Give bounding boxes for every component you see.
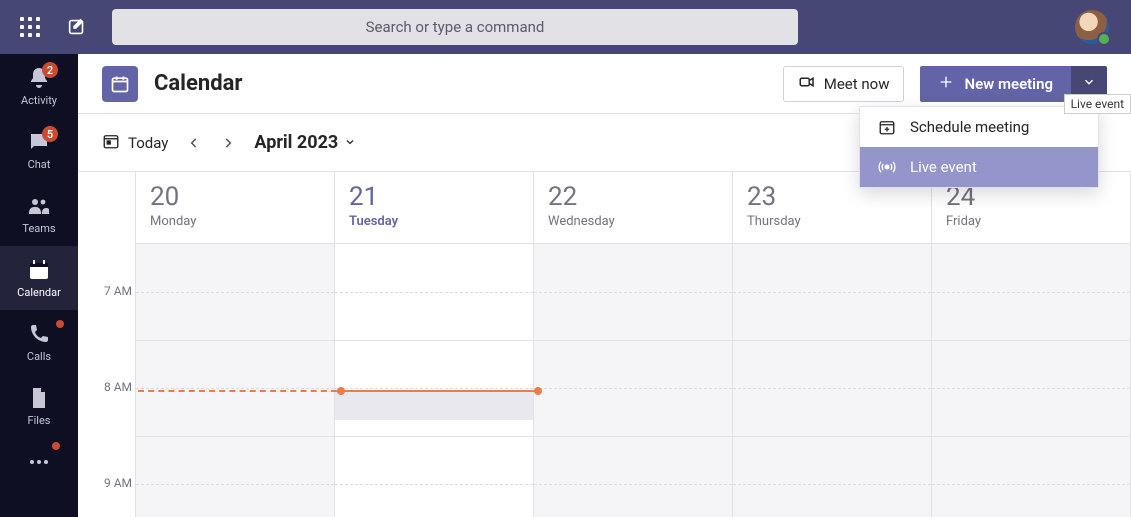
rail-label: Chat bbox=[28, 158, 51, 171]
teams-icon bbox=[27, 194, 51, 218]
rail-item-activity[interactable]: Activity 2 bbox=[0, 54, 78, 118]
month-label: April 2023 bbox=[254, 132, 338, 153]
day-column-tuesday[interactable]: 21 Tuesday bbox=[335, 172, 534, 517]
top-bar: Search or type a command bbox=[0, 0, 1131, 54]
rail-label: Calls bbox=[27, 350, 51, 363]
time-label: 8 AM bbox=[78, 380, 132, 394]
next-button[interactable] bbox=[220, 135, 236, 151]
rail-item-files[interactable]: Files bbox=[0, 374, 78, 438]
day-name: Wednesday bbox=[548, 214, 718, 229]
phone-icon bbox=[27, 322, 51, 346]
rail-label: Files bbox=[28, 414, 51, 427]
today-button[interactable]: Today bbox=[102, 132, 168, 154]
calendar-icon bbox=[27, 258, 51, 282]
menu-item-live-event[interactable]: Live event bbox=[860, 147, 1098, 187]
menu-item-schedule-meeting[interactable]: Schedule meeting bbox=[860, 107, 1098, 147]
day-name: Monday bbox=[150, 214, 320, 229]
menu-item-label: Schedule meeting bbox=[910, 118, 1029, 136]
day-header: 22 Wednesday bbox=[534, 172, 732, 244]
calendar-today-icon bbox=[102, 132, 120, 154]
avatar[interactable] bbox=[1075, 10, 1109, 44]
video-icon bbox=[798, 73, 816, 95]
page-header: Calendar Meet now New meeting bbox=[78, 54, 1131, 114]
time-label: 9 AM bbox=[78, 476, 132, 490]
rail-item-more[interactable] bbox=[0, 438, 78, 486]
more-icon bbox=[27, 450, 51, 474]
plus-icon bbox=[938, 74, 954, 94]
time-gutter: 7 AM 8 AM 9 AM bbox=[78, 172, 136, 517]
day-number: 22 bbox=[548, 182, 718, 212]
rail-label: Calendar bbox=[17, 286, 61, 299]
prev-button[interactable] bbox=[186, 135, 202, 151]
meet-now-label: Meet now bbox=[824, 75, 890, 93]
day-header: 21 Tuesday bbox=[335, 172, 533, 244]
day-name: Tuesday bbox=[349, 214, 519, 229]
calendar-app-icon bbox=[102, 66, 138, 102]
rail-item-calls[interactable]: Calls bbox=[0, 310, 78, 374]
day-column-wednesday[interactable]: 22 Wednesday bbox=[534, 172, 733, 517]
badge-count: 2 bbox=[42, 62, 58, 78]
day-header: 20 Monday bbox=[136, 172, 334, 244]
calendar-grid[interactable]: 7 AM 8 AM 9 AM 20 Monday bbox=[78, 172, 1131, 517]
today-label: Today bbox=[128, 134, 168, 152]
day-column-friday[interactable]: 24 Friday bbox=[932, 172, 1131, 517]
selected-slot[interactable] bbox=[335, 390, 533, 420]
day-body[interactable] bbox=[534, 244, 732, 517]
rail-label: Activity bbox=[21, 94, 57, 107]
day-column-monday[interactable]: 20 Monday bbox=[136, 172, 335, 517]
badge-count: 5 bbox=[42, 126, 58, 142]
new-meeting-menu: Schedule meeting Live event bbox=[859, 106, 1099, 188]
meet-now-button[interactable]: Meet now bbox=[783, 66, 905, 102]
app-rail: Activity 2 Chat 5 Teams Calendar bbox=[0, 54, 78, 517]
day-column-thursday[interactable]: 23 Thursday bbox=[733, 172, 932, 517]
day-number: 20 bbox=[150, 182, 320, 212]
search-input[interactable]: Search or type a command bbox=[112, 9, 798, 45]
tooltip: Live event bbox=[1064, 94, 1131, 114]
rail-item-calendar[interactable]: Calendar bbox=[0, 246, 78, 310]
day-number: 21 bbox=[349, 182, 519, 212]
time-label: 7 AM bbox=[78, 284, 132, 298]
chevron-down-icon bbox=[1082, 74, 1096, 93]
new-meeting-button[interactable]: New meeting bbox=[920, 66, 1071, 102]
badge-dot bbox=[52, 442, 60, 450]
new-meeting-label: New meeting bbox=[964, 75, 1053, 93]
calendar-plus-icon bbox=[878, 118, 896, 136]
month-picker[interactable]: April 2023 bbox=[254, 132, 356, 153]
page-title: Calendar bbox=[154, 71, 767, 96]
day-columns: 20 Monday 21 Tuesday bbox=[136, 172, 1131, 517]
broadcast-icon bbox=[878, 158, 896, 176]
badge-dot bbox=[56, 320, 64, 328]
day-body[interactable] bbox=[733, 244, 931, 517]
day-body[interactable] bbox=[932, 244, 1130, 517]
day-body[interactable] bbox=[136, 244, 334, 517]
rail-item-chat[interactable]: Chat 5 bbox=[0, 118, 78, 182]
presence-available-icon bbox=[1097, 32, 1111, 46]
app-launcher-icon[interactable] bbox=[18, 15, 42, 39]
compose-icon[interactable] bbox=[66, 16, 88, 38]
menu-item-label: Live event bbox=[910, 158, 977, 176]
rail-label: Teams bbox=[22, 222, 55, 235]
day-name: Thursday bbox=[747, 214, 917, 229]
rail-item-teams[interactable]: Teams bbox=[0, 182, 78, 246]
day-name: Friday bbox=[946, 214, 1116, 229]
day-body[interactable] bbox=[335, 244, 533, 517]
chevron-down-icon bbox=[344, 132, 356, 153]
file-icon bbox=[27, 386, 51, 410]
main-content: Calendar Meet now New meeting bbox=[78, 54, 1131, 517]
